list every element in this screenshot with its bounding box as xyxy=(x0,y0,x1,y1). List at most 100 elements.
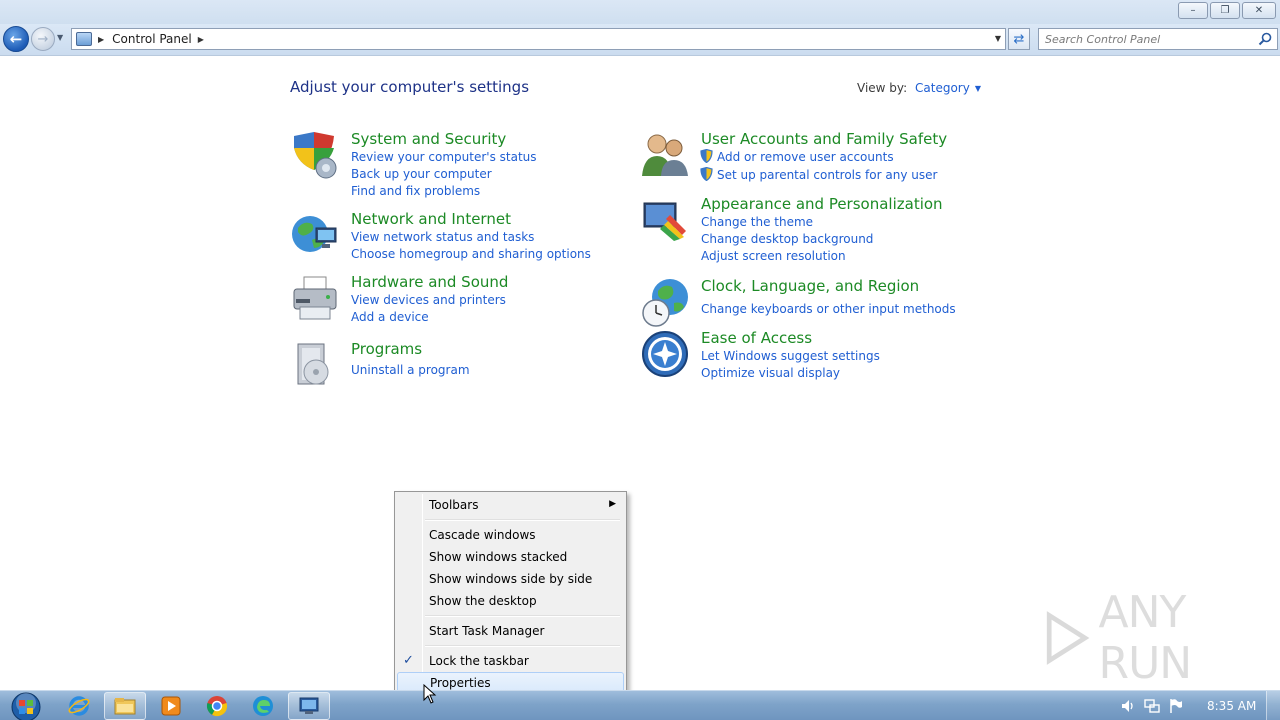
network-icon[interactable] xyxy=(1144,698,1160,714)
category-ease-of-access: Ease of Access Let Windows suggest setti… xyxy=(640,329,980,380)
category-title[interactable]: Hardware and Sound xyxy=(351,273,508,291)
address-dropdown-icon[interactable]: ▼ xyxy=(995,34,1001,43)
taskbar-explorer[interactable] xyxy=(104,692,146,720)
link-desktop-background[interactable]: Change desktop background xyxy=(701,232,873,246)
menu-item-task-manager[interactable]: Start Task Manager xyxy=(397,620,624,642)
category-hardware-sound: Hardware and Sound View devices and prin… xyxy=(290,273,590,328)
link-add-remove-accounts[interactable]: Add or remove user accounts xyxy=(717,150,894,164)
link-visual-display[interactable]: Optimize visual display xyxy=(701,366,840,380)
refresh-icon: ⇄ xyxy=(1013,31,1025,47)
view-by-dropdown[interactable]: Category ▼ xyxy=(915,81,981,95)
printer-icon[interactable] xyxy=(290,273,340,323)
menu-item-label: Toolbars xyxy=(429,498,479,512)
link-homegroup[interactable]: Choose homegroup and sharing options xyxy=(351,247,591,261)
programs-box-icon[interactable] xyxy=(290,340,340,390)
menu-item-cascade[interactable]: Cascade windows xyxy=(397,524,624,546)
menu-item-label: Start Task Manager xyxy=(429,624,545,638)
users-icon[interactable] xyxy=(640,130,690,180)
menu-item-show-desktop[interactable]: Show the desktop xyxy=(397,590,624,612)
start-button[interactable] xyxy=(7,692,45,720)
menu-item-lock-taskbar[interactable]: ✓ Lock the taskbar xyxy=(397,650,624,672)
link-parental-controls[interactable]: Set up parental controls for any user xyxy=(717,168,937,182)
menu-item-label: Cascade windows xyxy=(429,528,536,542)
window-titlebar: – ❐ ✕ xyxy=(0,0,1280,24)
system-tray xyxy=(1120,698,1184,714)
category-title[interactable]: System and Security xyxy=(351,130,506,148)
chevron-down-icon[interactable]: ▼ xyxy=(975,84,981,93)
taskbar-internet-explorer[interactable] xyxy=(58,692,100,720)
category-appearance: Appearance and Personalization Change th… xyxy=(640,195,980,265)
category-network-internet: Network and Internet View network status… xyxy=(290,210,591,265)
menu-item-side-by-side[interactable]: Show windows side by side xyxy=(397,568,624,590)
globe-network-icon[interactable] xyxy=(290,210,340,260)
taskbar-edge[interactable] xyxy=(242,692,284,720)
page-title: Adjust your computer's settings xyxy=(290,78,530,96)
search-icon[interactable] xyxy=(1258,32,1272,46)
category-title[interactable]: Network and Internet xyxy=(351,210,511,228)
view-by-label: View by: xyxy=(857,81,908,95)
category-system-security: System and Security Review your computer… xyxy=(290,130,590,200)
category-title[interactable]: Clock, Language, and Region xyxy=(701,277,919,295)
link-back-up[interactable]: Back up your computer xyxy=(351,167,492,181)
category-title[interactable]: Appearance and Personalization xyxy=(701,195,943,213)
menu-separator xyxy=(425,519,620,521)
link-find-fix[interactable]: Find and fix problems xyxy=(351,184,480,198)
link-suggest-settings[interactable]: Let Windows suggest settings xyxy=(701,349,880,363)
view-by-value[interactable]: Category xyxy=(915,81,970,95)
search-input[interactable] xyxy=(1045,32,1255,46)
breadcrumb-arrow-icon[interactable]: ▶ xyxy=(98,35,104,44)
submenu-arrow-icon: ▶ xyxy=(609,499,616,509)
link-review-status[interactable]: Review your computer's status xyxy=(351,150,537,164)
volume-icon[interactable] xyxy=(1120,698,1136,714)
category-clock-language: Clock, Language, and Region Change keybo… xyxy=(640,277,980,327)
breadcrumb-arrow-icon[interactable]: ▶ xyxy=(198,35,204,44)
menu-separator xyxy=(425,615,620,617)
search-box[interactable] xyxy=(1038,28,1278,50)
link-uninstall-program[interactable]: Uninstall a program xyxy=(351,363,470,377)
menu-item-label: Show the desktop xyxy=(429,594,537,608)
taskbar-clock[interactable]: 8:35 AM xyxy=(1207,699,1256,713)
uac-shield-icon xyxy=(700,149,713,163)
link-network-status[interactable]: View network status and tasks xyxy=(351,230,534,244)
flag-icon[interactable] xyxy=(1168,698,1184,714)
link-screen-resolution[interactable]: Adjust screen resolution xyxy=(701,249,846,263)
back-button[interactable]: ← xyxy=(3,26,29,52)
link-change-keyboards[interactable]: Change keyboards or other input methods xyxy=(701,302,956,316)
taskbar-media-player[interactable] xyxy=(150,692,192,720)
address-bar[interactable]: ▶ Control Panel ▶ ▼ xyxy=(71,28,1006,50)
taskbar-control-panel[interactable] xyxy=(288,692,330,720)
category-title[interactable]: Ease of Access xyxy=(701,329,812,347)
menu-item-label: Properties xyxy=(430,676,491,690)
minimize-button[interactable]: – xyxy=(1178,2,1208,19)
taskbar: 8:35 AM xyxy=(0,690,1280,720)
shield-icon[interactable] xyxy=(290,130,340,180)
refresh-button[interactable]: ⇄ xyxy=(1008,28,1030,50)
category-title[interactable]: User Accounts and Family Safety xyxy=(701,130,947,148)
recent-pages-dropdown[interactable]: ▼ xyxy=(57,33,63,42)
forward-arrow-icon: → xyxy=(37,31,49,47)
taskbar-chrome[interactable] xyxy=(196,692,238,720)
chrome-icon xyxy=(206,696,228,717)
play-logo-icon xyxy=(1046,611,1090,665)
link-devices-printers[interactable]: View devices and printers xyxy=(351,293,506,307)
close-button[interactable]: ✕ xyxy=(1242,2,1276,19)
navigation-bar: ← → ▼ ▶ Control Panel ▶ ▼ ⇄ xyxy=(0,24,1280,56)
breadcrumb-control-panel[interactable]: Control Panel xyxy=(112,32,192,46)
menu-item-toolbars[interactable]: Toolbars ▶ xyxy=(397,494,624,516)
link-add-device[interactable]: Add a device xyxy=(351,310,429,324)
link-change-theme[interactable]: Change the theme xyxy=(701,215,813,229)
window-controls: – ❐ ✕ xyxy=(1178,2,1276,20)
restore-button[interactable]: ❐ xyxy=(1210,2,1240,19)
watermark-text: ANY RUN xyxy=(1098,587,1193,689)
menu-item-label: Show windows stacked xyxy=(429,550,568,564)
internet-explorer-icon xyxy=(68,696,90,716)
ease-of-access-icon[interactable] xyxy=(640,329,690,379)
menu-item-stacked[interactable]: Show windows stacked xyxy=(397,546,624,568)
uac-shield-icon xyxy=(700,167,713,181)
forward-button[interactable]: → xyxy=(31,27,55,51)
category-title[interactable]: Programs xyxy=(351,340,422,358)
media-player-icon xyxy=(161,696,181,716)
show-desktop-button[interactable] xyxy=(1266,691,1280,720)
monitor-paint-icon[interactable] xyxy=(640,195,690,245)
clock-globe-icon[interactable] xyxy=(640,277,690,327)
